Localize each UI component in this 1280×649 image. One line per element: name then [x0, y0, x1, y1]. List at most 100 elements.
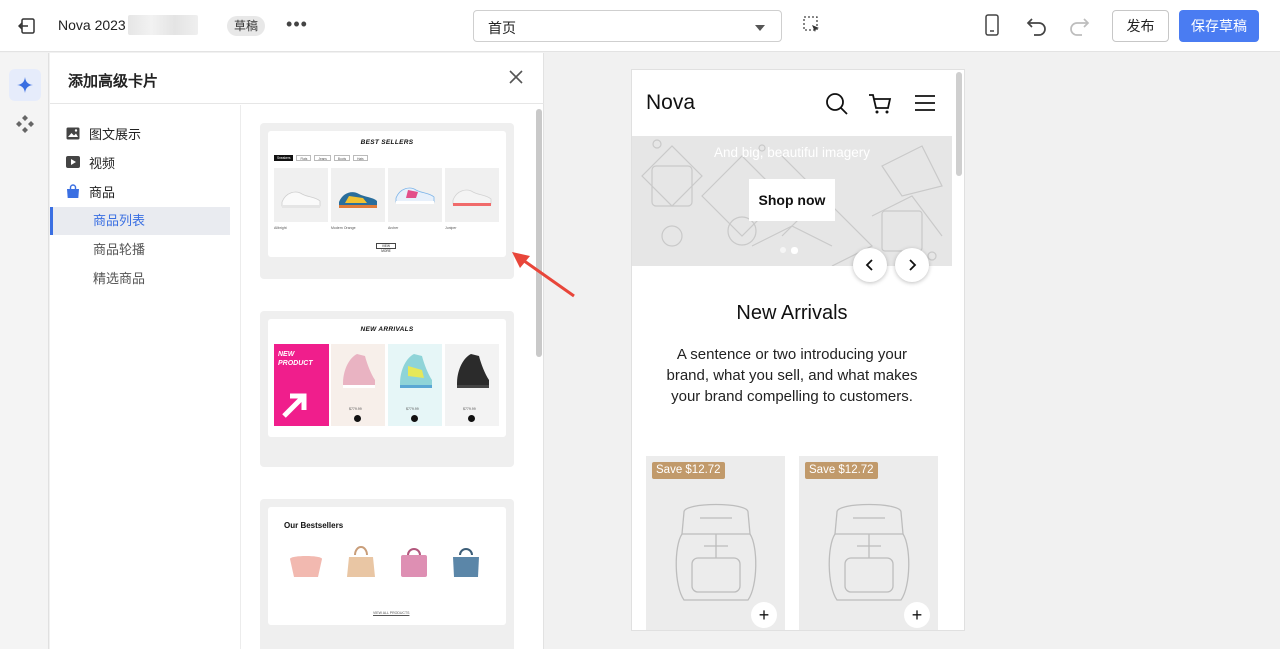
product-image: [453, 548, 479, 577]
cart-icon[interactable]: [868, 92, 892, 116]
add-dot: [468, 415, 475, 422]
chevron-left-icon: [865, 259, 873, 271]
backpack-image: [828, 503, 910, 601]
status-badge: 草稿: [227, 16, 266, 36]
category-product[interactable]: 商品: [50, 177, 241, 205]
card-tab: Jeans: [314, 155, 331, 161]
subcategory-product-carousel[interactable]: 商品轮播: [50, 236, 230, 264]
redo-icon[interactable]: [1068, 14, 1092, 38]
card-title: NEW ARRIVALS: [360, 326, 414, 333]
add-dot: [411, 415, 418, 422]
image-icon: [66, 126, 80, 140]
exit-editor-icon[interactable]: [16, 15, 38, 37]
product-image: [290, 556, 322, 577]
section-heading: New Arrivals: [736, 302, 848, 324]
product-name: Archer: [388, 226, 399, 230]
save-badge: Save $12.72: [805, 462, 878, 479]
backpack-image: [675, 503, 757, 601]
undo-icon[interactable]: [1026, 14, 1050, 38]
product-price: $779.99: [463, 407, 476, 411]
product-name: Juniper: [445, 226, 457, 230]
panel-title: 添加高级卡片: [68, 73, 159, 90]
product-card[interactable]: Save $12.72 +: [799, 456, 938, 630]
product-name: Allbright: [274, 226, 287, 230]
menu-icon[interactable]: [914, 94, 936, 112]
card-tab: Flats: [296, 155, 312, 161]
card-templates-list: BEST SELLERS Sneakers Flats Jeans Boots …: [242, 105, 544, 649]
product-image: [347, 546, 375, 577]
components-icon: [16, 115, 34, 133]
carousel-prev-button[interactable]: [853, 248, 887, 282]
product-image: [388, 168, 442, 222]
card-template-new-arrivals[interactable]: NEW ARRIVALS NEW PRODUCT $779.99 $779.99: [260, 311, 514, 467]
category-video[interactable]: 视频: [50, 148, 241, 176]
carousel-next-button[interactable]: [895, 248, 929, 282]
chevron-down-icon: [755, 25, 765, 31]
card-preview: BEST SELLERS Sneakers Flats Jeans Boots …: [268, 131, 506, 257]
top-bar: Nova 2023 草稿 ••• 首页 发布 保存草稿: [0, 0, 1280, 52]
store-preview: Nova And big, beautiful imagery Shop now…: [631, 69, 965, 631]
more-options-icon[interactable]: •••: [284, 14, 310, 36]
product-image: [445, 168, 499, 222]
add-card-panel: 添加高级卡片 图文展示 视频 商品 商品列表 商品轮播 精选商品 BEST SE…: [50, 53, 544, 649]
product-image: [274, 168, 328, 222]
mobile-view-icon[interactable]: [982, 14, 1004, 38]
product-name: Modern Orange: [331, 226, 356, 230]
card-view-all-link: VIEW ALL PRODUCTS: [373, 611, 410, 615]
carousel-dot-active[interactable]: [791, 247, 798, 254]
subcategory-product-list[interactable]: 商品列表: [50, 207, 230, 235]
card-template-our-bestsellers[interactable]: Our Bestsellers VIEW ALL PRODUCTS: [260, 499, 514, 649]
add-to-cart-plus-icon[interactable]: +: [751, 602, 777, 628]
page-selector[interactable]: 首页: [473, 10, 782, 42]
product-price: $779.99: [349, 407, 362, 411]
category-list: 图文展示 视频 商品 商品列表 商品轮播 精选商品: [50, 105, 241, 649]
promo-tile: NEW PRODUCT: [274, 344, 329, 426]
publish-button[interactable]: 发布: [1112, 10, 1169, 42]
chevron-right-icon: [909, 259, 917, 271]
card-tab: Boots: [333, 155, 351, 161]
shopping-bag-icon: [66, 183, 80, 198]
product-image: [401, 548, 427, 577]
arrow-up-right-icon: [282, 393, 307, 418]
category-image-text[interactable]: 图文展示: [50, 119, 241, 147]
close-icon[interactable]: [508, 69, 526, 87]
hero-banner: And big, beautiful imagery Shop now: [632, 136, 952, 266]
add-to-cart-plus-icon[interactable]: +: [904, 602, 930, 628]
video-play-icon: [66, 155, 80, 169]
product-card[interactable]: Save $12.72 +: [646, 456, 785, 630]
card-title: BEST SELLERS: [360, 139, 414, 146]
subcategory-featured-products[interactable]: 精选商品: [50, 265, 230, 293]
preview-scroll-thumb[interactable]: [956, 72, 962, 176]
save-draft-button[interactable]: 保存草稿: [1179, 10, 1259, 42]
select-element-icon[interactable]: [802, 15, 824, 37]
rail-components-item[interactable]: [9, 108, 41, 140]
card-preview: Our Bestsellers VIEW ALL PRODUCTS: [268, 507, 506, 625]
rail-sparkle-item[interactable]: [9, 69, 41, 101]
redacted-text: [128, 15, 198, 35]
card-tab: Sneakers: [274, 155, 294, 161]
category-label: 图文展示: [89, 126, 142, 142]
card-tabs: Sneakers Flats Jeans Boots Hats: [274, 155, 368, 161]
product-tile: $779.99: [445, 344, 499, 426]
card-tab: Hats: [353, 155, 368, 161]
promo-text: NEW PRODUCT: [278, 351, 313, 367]
product-tile: $779.99: [331, 344, 385, 426]
left-rail: [0, 53, 49, 649]
card-title: Our Bestsellers: [284, 521, 344, 530]
carousel-dot[interactable]: [780, 247, 786, 253]
preview-header: Nova: [632, 70, 952, 136]
panel-scroll-thumb[interactable]: [536, 109, 542, 357]
panel-header: 添加高级卡片: [50, 53, 544, 104]
card-template-best-sellers[interactable]: BEST SELLERS Sneakers Flats Jeans Boots …: [260, 123, 514, 279]
panel-scrollbar[interactable]: [534, 105, 544, 649]
category-label: 商品: [89, 184, 116, 200]
product-tile: $779.99: [388, 344, 442, 426]
store-name: Nova 2023: [58, 17, 126, 33]
shop-now-button[interactable]: Shop now: [749, 179, 835, 221]
carousel-dots: [780, 247, 798, 254]
search-icon[interactable]: [825, 92, 849, 116]
section-description: A sentence or two introducing your brand…: [666, 346, 918, 405]
store-logo[interactable]: Nova: [646, 91, 695, 115]
save-badge: Save $12.72: [652, 462, 725, 479]
sparkle-icon: [17, 77, 33, 93]
